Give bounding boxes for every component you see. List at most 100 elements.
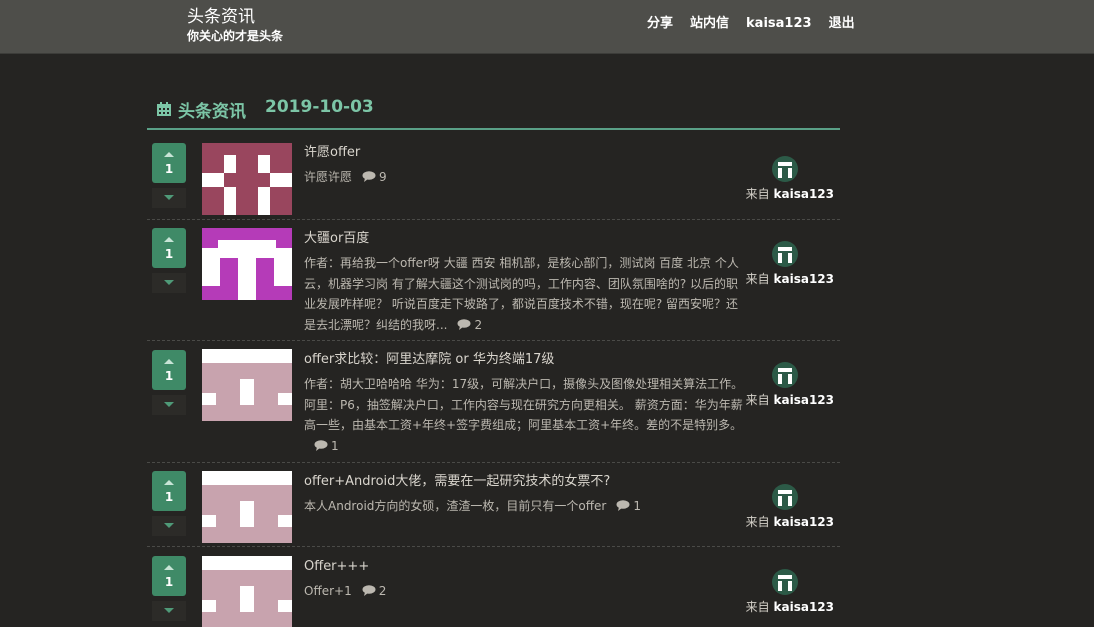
post-thumbnail[interactable]	[202, 349, 292, 421]
comment-count[interactable]: 1	[616, 496, 641, 517]
post-item: 1 offer+Android大佬，需要在一起研究技术的女票不? 本人Andro…	[147, 463, 840, 547]
top-navbar: 头条资讯 你关心的才是头条 分享 站内信 kaisa123 退出	[0, 0, 1094, 54]
avatar[interactable]	[772, 569, 798, 595]
author-line: 来自 kaisa123	[744, 185, 834, 202]
post-title-link[interactable]: offer求比较：阿里达摩院 or 华为终端17级	[304, 351, 746, 369]
author-name-link[interactable]: kaisa123	[774, 187, 834, 201]
avatar[interactable]	[772, 484, 798, 510]
post-excerpt: 作者：胡大卫哈哈哈 华为：17级，可解决户口，摄像头及图像处理相关算法工作。阿里…	[304, 377, 744, 432]
vote-widget: 1	[152, 143, 186, 208]
brand[interactable]: 头条资讯 你关心的才是头条	[187, 6, 283, 44]
vote-count: 1	[164, 162, 174, 176]
post-thumbnail[interactable]	[202, 228, 292, 300]
post-body: 本人Android方向的女硕，渣渣一枚，目前只有一个offer 1	[304, 496, 746, 517]
nav-messages-link[interactable]: 站内信	[690, 15, 729, 33]
post-title-link[interactable]: 大疆or百度	[304, 230, 746, 248]
comment-icon	[362, 585, 376, 596]
author-name-link[interactable]: kaisa123	[774, 515, 834, 529]
arrow-up-icon	[164, 237, 174, 242]
post-thumbnail[interactable]	[202, 556, 292, 627]
avatar[interactable]	[772, 241, 798, 267]
section-date: 2019-10-03	[265, 97, 374, 117]
section-header: 头条资讯 2019-10-03	[147, 96, 840, 130]
post-item: 1 许愿offer 许愿许愿 9 来自 kaisa123	[147, 134, 840, 220]
nav-share-link[interactable]: 分享	[647, 15, 673, 33]
arrow-down-icon	[164, 280, 174, 285]
vote-count: 1	[164, 369, 174, 383]
upvote-button[interactable]: 1	[152, 143, 186, 183]
post-body: 作者：胡大卫哈哈哈 华为：17级，可解决户口，摄像头及图像处理相关算法工作。阿里…	[304, 374, 746, 456]
upvote-button[interactable]: 1	[152, 471, 186, 511]
post-excerpt: 许愿许愿	[304, 170, 353, 184]
post-content: 大疆or百度 作者：再给我一个offer呀 大疆 西安 相机部，是核心部门，测试…	[304, 230, 746, 335]
arrow-up-icon	[164, 480, 174, 485]
post-body: 许愿许愿 9	[304, 167, 746, 188]
downvote-button[interactable]	[152, 601, 186, 621]
comment-icon	[314, 439, 328, 451]
author-line: 来自 kaisa123	[744, 391, 834, 408]
arrow-up-icon	[164, 565, 174, 570]
vote-widget: 1	[152, 228, 186, 293]
post-content: Offer+++ Offer+1 2	[304, 558, 746, 602]
vote-count: 1	[164, 247, 174, 261]
from-label: 来自	[745, 393, 770, 407]
post-body: Offer+1 2	[304, 581, 746, 602]
nav-links: 分享 站内信 kaisa123 退出	[647, 15, 855, 33]
post-item: 1 大疆or百度 作者：再给我一个offer呀 大疆 西安 相机部，是核心部门，…	[147, 220, 840, 341]
brand-subtitle: 你关心的才是头条	[187, 29, 284, 43]
comment-count[interactable]: 9	[362, 167, 387, 188]
post-content: 许愿offer 许愿许愿 9	[304, 144, 746, 188]
comment-count-value: 9	[379, 170, 387, 184]
comment-count-value: 1	[331, 438, 339, 453]
vote-count: 1	[164, 490, 174, 504]
post-thumbnail[interactable]	[202, 143, 292, 215]
author-name-link[interactable]: kaisa123	[774, 600, 834, 614]
vote-widget: 1	[152, 556, 186, 621]
downvote-button[interactable]	[152, 395, 186, 415]
avatar[interactable]	[772, 362, 798, 388]
nav-user-link[interactable]: kaisa123	[746, 15, 812, 33]
comment-icon	[457, 318, 471, 330]
comment-icon	[362, 171, 376, 182]
post-excerpt: Offer+1	[304, 584, 352, 598]
upvote-button[interactable]: 1	[152, 556, 186, 596]
post-item: 1 Offer+++ Offer+1 2 来自 kaisa123	[147, 547, 840, 627]
calendar-icon	[157, 102, 171, 116]
post-title-link[interactable]: 许愿offer	[304, 144, 746, 162]
author-line: 来自 kaisa123	[744, 513, 834, 530]
arrow-down-icon	[164, 523, 174, 528]
post-content: offer求比较：阿里达摩院 or 华为终端17级 作者：胡大卫哈哈哈 华为：1…	[304, 351, 746, 456]
post-excerpt: 作者：再给我一个offer呀 大疆 西安 相机部，是核心部门，测试岗 百度 北京…	[304, 256, 739, 332]
brand-title[interactable]: 头条资讯	[187, 6, 283, 28]
nav-logout-link[interactable]: 退出	[829, 15, 855, 33]
post-excerpt: 本人Android方向的女硕，渣渣一枚，目前只有一个offer	[304, 499, 607, 513]
comment-count[interactable]: 2	[457, 315, 482, 336]
downvote-button[interactable]	[152, 516, 186, 536]
author-name-link[interactable]: kaisa123	[774, 272, 834, 286]
downvote-button[interactable]	[152, 188, 186, 208]
author-line: 来自 kaisa123	[744, 270, 834, 287]
from-label: 来自	[745, 600, 770, 614]
post-title-link[interactable]: offer+Android大佬，需要在一起研究技术的女票不?	[304, 473, 746, 491]
post-body: 作者：再给我一个offer呀 大疆 西安 相机部，是核心部门，测试岗 百度 北京…	[304, 253, 746, 335]
post-thumbnail[interactable]	[202, 471, 292, 543]
from-label: 来自	[745, 515, 770, 529]
arrow-down-icon	[164, 608, 174, 613]
upvote-button[interactable]: 1	[152, 350, 186, 390]
author-name-link[interactable]: kaisa123	[774, 393, 834, 407]
downvote-button[interactable]	[152, 273, 186, 293]
vote-widget: 1	[152, 471, 186, 536]
from-label: 来自	[745, 272, 770, 286]
avatar[interactable]	[772, 156, 798, 182]
arrow-up-icon	[164, 359, 174, 364]
comment-count[interactable]: 1	[314, 436, 339, 457]
vote-widget: 1	[152, 350, 186, 415]
author-line: 来自 kaisa123	[744, 598, 834, 615]
post-content: offer+Android大佬，需要在一起研究技术的女票不? 本人Android…	[304, 473, 746, 517]
vote-count: 1	[164, 575, 174, 589]
post-title-link[interactable]: Offer+++	[304, 558, 746, 576]
upvote-button[interactable]: 1	[152, 228, 186, 268]
arrow-up-icon	[164, 152, 174, 157]
comment-count-value: 2	[378, 584, 387, 598]
comment-count[interactable]: 2	[362, 581, 387, 602]
